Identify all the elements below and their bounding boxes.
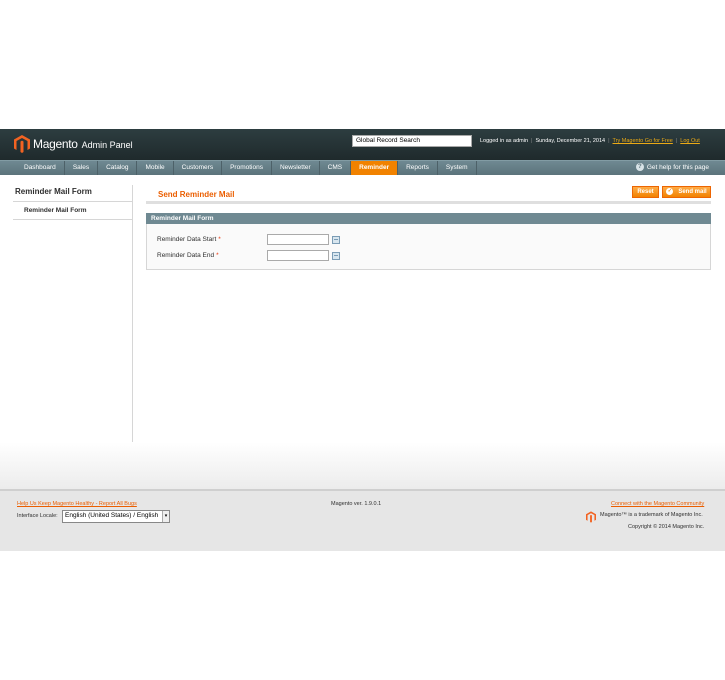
form-row-end: Reminder Data End *: [157, 250, 357, 262]
logout-link[interactable]: Log Out: [680, 138, 700, 144]
magento-logo[interactable]: Magento Admin Panel: [14, 135, 133, 153]
footer-fade: [0, 442, 725, 489]
calendar-icon[interactable]: [332, 252, 340, 260]
page-title: Send Reminder Mail: [158, 190, 235, 199]
nav-item-customers[interactable]: Customers: [174, 161, 223, 175]
form-row-start: Reminder Data Start *: [157, 234, 357, 246]
trademark-text: Magento™ is a trademark of Magento Inc.: [600, 512, 703, 518]
reminder-end-input[interactable]: [267, 250, 329, 261]
calendar-icon[interactable]: [332, 236, 340, 244]
checkmark-icon: ✓: [666, 187, 674, 195]
nav-item-dashboard[interactable]: Dashboard: [16, 161, 65, 175]
nav-item-system[interactable]: System: [438, 161, 477, 175]
header-links: Logged in as admin | Sunday, December 21, …: [480, 138, 700, 144]
header-date: Sunday, December 21, 2014: [535, 138, 606, 144]
help-link[interactable]: ? Get help for this page: [635, 163, 709, 171]
logged-in-text: Logged in as admin: [480, 138, 529, 144]
magento-footer-logo-icon: [586, 511, 596, 523]
chevron-down-icon: ▾: [162, 511, 169, 522]
magento-logo-icon: [14, 135, 30, 153]
locale-value: English (United States) / English: [65, 512, 159, 519]
report-bugs-link[interactable]: Help Us Keep Magento Healthy - Report Al…: [17, 501, 137, 507]
field-label-start: Reminder Data Start *: [157, 236, 221, 243]
field-label-end: Reminder Data End *: [157, 252, 219, 259]
help-icon: ?: [635, 163, 644, 171]
nav-item-cms[interactable]: CMS: [320, 161, 352, 175]
help-link-label: Get help for this page: [646, 163, 709, 171]
sidebar: Reminder Mail Form Reminder Mail Form: [13, 185, 133, 442]
reminder-start-input[interactable]: [267, 234, 329, 245]
nav-item-reminder[interactable]: Reminder: [351, 161, 399, 175]
sidebar-tab-reminder-form[interactable]: Reminder Mail Form: [13, 202, 132, 220]
footer: Help Us Keep Magento Healthy - Report Al…: [0, 489, 725, 551]
content-header: Send Reminder Mail Reset ✓ Send mail: [146, 186, 711, 204]
nav-item-sales[interactable]: Sales: [65, 161, 99, 175]
reset-button[interactable]: Reset: [632, 186, 659, 198]
nav-item-reports[interactable]: Reports: [398, 161, 438, 175]
nav-items: Dashboard Sales Catalog Mobile Customers…: [16, 161, 477, 175]
community-link[interactable]: Connect with the Magento Community: [611, 501, 704, 507]
logo-text: Magento: [33, 137, 78, 151]
logo-subtitle: Admin Panel: [81, 140, 133, 150]
nav-item-catalog[interactable]: Catalog: [98, 161, 138, 175]
version-text: Magento ver. 1.9.0.1: [331, 501, 382, 507]
nav-item-newsletter[interactable]: Newsletter: [272, 161, 320, 175]
sidebar-title: Reminder Mail Form: [13, 185, 132, 202]
send-mail-label: Send mail: [678, 189, 707, 195]
global-search-input[interactable]: Global Record Search: [352, 135, 472, 147]
nav-item-promotions[interactable]: Promotions: [222, 161, 272, 175]
fieldset-legend: Reminder Mail Form: [146, 213, 711, 224]
locale-select[interactable]: English (United States) / English ▾: [62, 510, 170, 523]
locale-label: Interface Locale:: [17, 513, 58, 519]
send-mail-button[interactable]: ✓ Send mail: [662, 186, 711, 198]
main-nav: Dashboard Sales Catalog Mobile Customers…: [0, 160, 725, 175]
try-magento-link[interactable]: Try Magento Go for Free: [613, 138, 673, 144]
nav-item-mobile[interactable]: Mobile: [137, 161, 174, 175]
copyright-text: Copyright © 2014 Magento Inc.: [628, 524, 705, 530]
